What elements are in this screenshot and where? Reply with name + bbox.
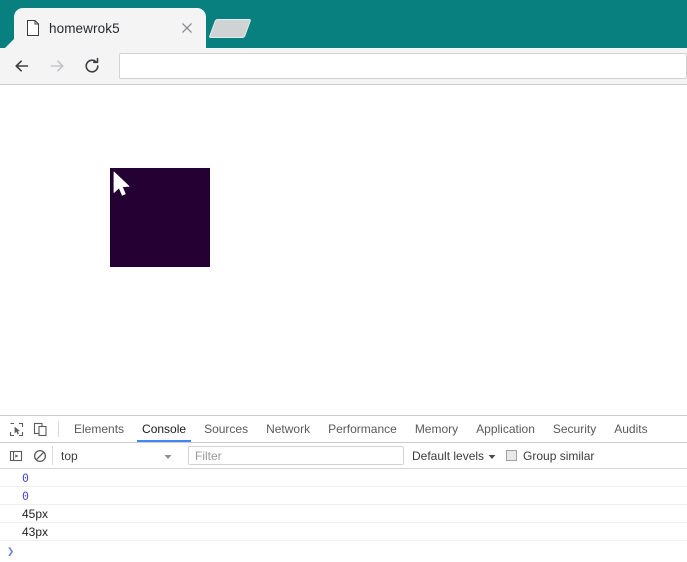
browser-toolbar bbox=[0, 48, 687, 85]
browser-tab-homewrok5[interactable]: homewrok5 bbox=[14, 8, 206, 48]
prompt-chevron-icon: ❯ bbox=[7, 543, 15, 558]
console-row: 0 bbox=[0, 469, 687, 487]
console-row-value: 45px bbox=[22, 506, 49, 521]
devtools-tab-performance[interactable]: Performance bbox=[319, 416, 406, 442]
browser-window: homewrok5 Elements Console Sources Netwo… bbox=[0, 0, 687, 562]
console-sidebar-icon[interactable] bbox=[4, 449, 28, 463]
chevron-down-icon bbox=[164, 449, 172, 463]
console-row-value: 0 bbox=[22, 470, 29, 485]
console-filter-input[interactable]: Filter bbox=[188, 446, 404, 465]
console-output[interactable]: 0 0 45px 43px ❯ bbox=[0, 469, 687, 562]
close-icon[interactable] bbox=[178, 19, 196, 37]
inspect-element-icon[interactable] bbox=[4, 416, 28, 442]
execution-context-value: top bbox=[61, 448, 78, 463]
execution-context-select[interactable]: top bbox=[52, 446, 180, 465]
back-arrow-icon[interactable] bbox=[8, 52, 36, 80]
devtools-tab-elements[interactable]: Elements bbox=[65, 416, 133, 442]
new-tab-button[interactable] bbox=[208, 19, 252, 38]
devtools-tab-application[interactable]: Application bbox=[467, 416, 544, 442]
console-row: 43px bbox=[0, 523, 687, 541]
log-levels-label: Default levels bbox=[412, 448, 485, 463]
devtools-tab-security[interactable]: Security bbox=[544, 416, 605, 442]
clear-console-icon[interactable] bbox=[28, 449, 52, 463]
devtools-tab-console[interactable]: Console bbox=[133, 416, 195, 442]
device-toolbar-icon[interactable] bbox=[28, 416, 52, 442]
log-levels-select[interactable]: Default levels bbox=[412, 449, 496, 463]
console-row-value: 0 bbox=[22, 488, 29, 503]
devtools-tab-sources[interactable]: Sources bbox=[195, 416, 257, 442]
page-icon bbox=[26, 20, 40, 36]
group-similar-toggle[interactable]: Group similar bbox=[506, 449, 594, 463]
devtools-panel: Elements Console Sources Network Perform… bbox=[0, 415, 687, 562]
tab-strip: homewrok5 bbox=[0, 0, 687, 48]
group-similar-label: Group similar bbox=[523, 448, 595, 463]
forward-arrow-icon bbox=[43, 52, 71, 80]
devtools-tab-memory[interactable]: Memory bbox=[406, 416, 467, 442]
console-row: 45px bbox=[0, 505, 687, 523]
toolbar-divider bbox=[58, 421, 59, 437]
devtools-tabbar: Elements Console Sources Network Perform… bbox=[0, 416, 687, 443]
address-bar[interactable] bbox=[119, 53, 687, 79]
reload-icon[interactable] bbox=[78, 52, 106, 80]
group-similar-checkbox[interactable] bbox=[506, 450, 518, 461]
chevron-down-icon bbox=[488, 449, 496, 463]
console-row-value: 43px bbox=[22, 524, 49, 539]
page-viewport bbox=[0, 85, 687, 415]
console-input-prompt[interactable]: ❯ bbox=[0, 541, 687, 560]
devtools-tab-network[interactable]: Network bbox=[257, 416, 319, 442]
devtools-tab-audits[interactable]: Audits bbox=[605, 416, 656, 442]
console-filter-bar: top Filter Default levels Group similar bbox=[0, 443, 687, 469]
console-filter-placeholder: Filter bbox=[195, 448, 222, 463]
mouse-pointer-icon bbox=[113, 171, 133, 201]
browser-tab-title: homewrok5 bbox=[49, 20, 120, 36]
console-row: 0 bbox=[0, 487, 687, 505]
